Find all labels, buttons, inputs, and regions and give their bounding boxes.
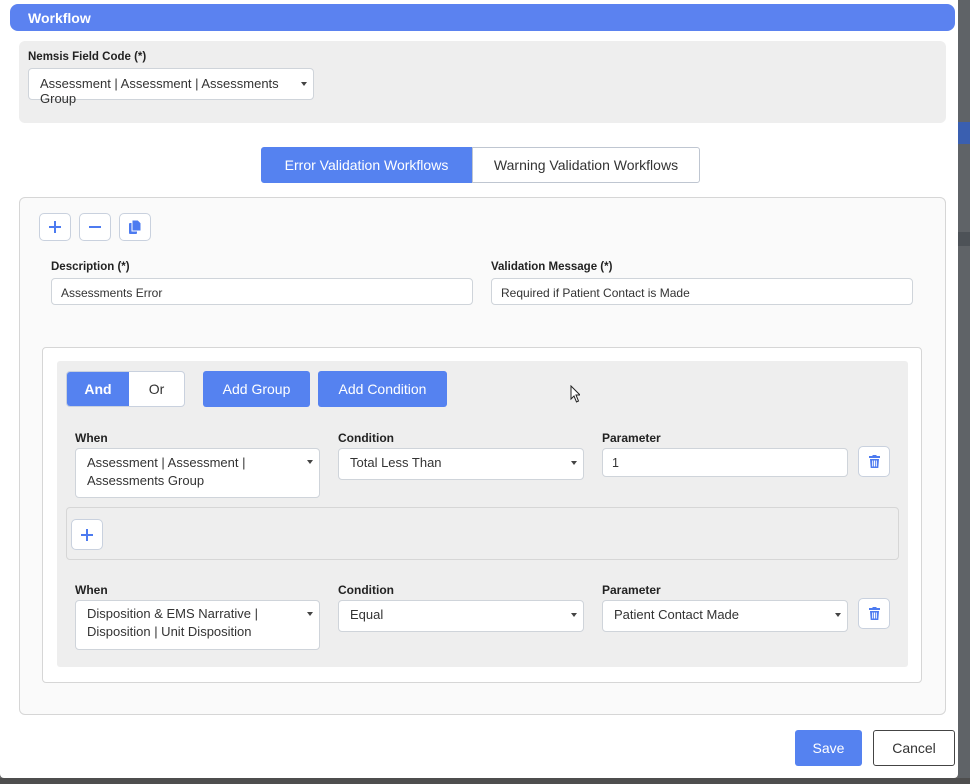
- when-select[interactable]: Assessment | Assessment | Assessments Gr…: [75, 448, 320, 498]
- nemsis-field-select[interactable]: Assessment | Assessment | Assessments Gr…: [28, 68, 314, 106]
- workflow-modal: Workflow Nemsis Field Code (*) Assessmen…: [0, 0, 958, 778]
- delete-condition-button[interactable]: [858, 598, 890, 629]
- save-button[interactable]: Save: [795, 730, 862, 766]
- backdrop-stripe: [958, 232, 970, 246]
- condition-label: Condition: [338, 431, 394, 445]
- minus-icon: [89, 226, 101, 228]
- trash-icon: [868, 607, 880, 620]
- validation-tabs: Error Validation Workflows Warning Valid…: [261, 147, 700, 183]
- copy-icon: [129, 220, 141, 234]
- add-workflow-button[interactable]: [39, 213, 71, 241]
- cancel-button[interactable]: Cancel: [873, 730, 955, 766]
- chevron-down-icon: [301, 82, 307, 86]
- modal-title: Workflow: [28, 10, 91, 26]
- parameter-input[interactable]: 1: [602, 448, 848, 477]
- description-value: Assessments Error: [61, 286, 163, 300]
- plus-icon: [49, 221, 61, 233]
- tab-warning-validation[interactable]: Warning Validation Workflows: [472, 147, 700, 183]
- chevron-down-icon: [835, 613, 841, 617]
- when-label: When: [75, 431, 108, 445]
- condition-select[interactable]: Total Less Than: [338, 448, 584, 480]
- copy-workflow-button[interactable]: [119, 213, 151, 241]
- and-or-toggle: And Or: [66, 371, 185, 407]
- mouse-cursor-icon: [570, 385, 580, 403]
- when-value-line: Disposition | Unit Disposition: [87, 624, 252, 639]
- when-value-line: Assessment | Assessment |: [87, 455, 246, 470]
- parameter-value: Patient Contact Made: [614, 607, 740, 622]
- nemsis-field-panel: Nemsis Field Code (*) Assessment | Asses…: [19, 41, 946, 123]
- when-value-line: Disposition & EMS Narrative |: [87, 606, 258, 621]
- add-subcondition-row: [66, 507, 899, 560]
- add-group-button[interactable]: Add Group: [203, 371, 310, 407]
- chevron-down-icon: [571, 613, 577, 617]
- and-toggle-button[interactable]: And: [67, 372, 129, 406]
- backdrop-bottom: [0, 778, 970, 784]
- when-value-line: Assessments Group: [87, 473, 205, 488]
- chevron-down-icon: [307, 612, 313, 616]
- chevron-down-icon: [571, 461, 577, 465]
- parameter-value: 1: [612, 456, 619, 470]
- delete-condition-button[interactable]: [858, 446, 890, 477]
- validation-message-label: Validation Message (*): [491, 261, 613, 273]
- remove-workflow-button[interactable]: [79, 213, 111, 241]
- condition-label: Condition: [338, 583, 394, 597]
- or-toggle-button[interactable]: Or: [129, 372, 184, 406]
- parameter-label: Parameter: [602, 431, 661, 445]
- chevron-down-icon: [307, 460, 313, 464]
- modal-header: Workflow: [10, 4, 955, 31]
- description-label: Description (*): [51, 261, 130, 273]
- add-subcondition-button[interactable]: [71, 519, 103, 550]
- parameter-label: Parameter: [602, 583, 661, 597]
- validation-message-value: Required if Patient Contact is Made: [501, 286, 690, 300]
- condition-select[interactable]: Equal: [338, 600, 584, 632]
- backdrop-stripe: [958, 122, 970, 144]
- parameter-select[interactable]: Patient Contact Made: [602, 600, 848, 632]
- backdrop-right: [958, 0, 970, 784]
- trash-icon: [868, 455, 880, 468]
- tab-error-validation[interactable]: Error Validation Workflows: [261, 147, 472, 183]
- plus-icon: [81, 528, 93, 541]
- nemsis-field-value: Assessment | Assessment | Assessments Gr…: [40, 76, 279, 106]
- nemsis-field-label: Nemsis Field Code (*): [28, 51, 147, 63]
- add-condition-button[interactable]: Add Condition: [318, 371, 447, 407]
- validation-message-input[interactable]: Required if Patient Contact is Made: [491, 278, 913, 305]
- when-select[interactable]: Disposition & EMS Narrative | Dispositio…: [75, 600, 320, 650]
- when-label: When: [75, 583, 108, 597]
- description-input[interactable]: Assessments Error: [51, 278, 473, 305]
- condition-value: Total Less Than: [350, 455, 442, 470]
- condition-value: Equal: [350, 607, 384, 622]
